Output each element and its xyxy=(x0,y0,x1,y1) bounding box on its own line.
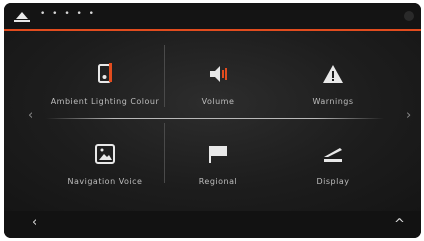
settings-grid: Ambient Lighting Colour Volume Warnings xyxy=(4,31,421,211)
prev-page-arrow[interactable]: ‹ xyxy=(28,108,33,123)
tile-regional[interactable]: Regional xyxy=(154,129,282,207)
back-button[interactable]: ‹ xyxy=(32,215,37,230)
tile-warnings[interactable]: Warnings xyxy=(269,49,397,127)
flag-icon xyxy=(209,146,227,163)
infotainment-screen: • • • • • Ambient Lighting Colour Volume xyxy=(4,3,421,238)
tile-label: Regional xyxy=(198,177,238,186)
up-arrow-icon[interactable] xyxy=(14,10,30,22)
tile-label: Navigation Voice xyxy=(67,177,143,186)
picture-frame-icon xyxy=(95,144,115,164)
phone-orange-icon xyxy=(98,63,112,83)
speaker-orange-icon xyxy=(210,66,227,82)
tile-ambient-lighting[interactable]: Ambient Lighting Colour xyxy=(41,49,169,127)
tile-label: Ambient Lighting Colour xyxy=(50,97,160,106)
tile-navigation-voice[interactable]: Navigation Voice xyxy=(41,129,169,207)
status-title: • • • • • xyxy=(40,9,96,19)
tile-display[interactable]: Display xyxy=(269,129,397,207)
tile-volume[interactable]: Volume xyxy=(154,49,282,127)
tile-label: Warnings xyxy=(312,97,354,106)
brightness-icon xyxy=(324,148,342,162)
tile-label: Volume xyxy=(201,97,235,106)
bottom-bar: ‹ ^ xyxy=(4,211,421,238)
collapse-button[interactable]: ^ xyxy=(394,217,405,232)
next-page-arrow[interactable]: › xyxy=(406,108,411,123)
status-indicator-icon xyxy=(404,11,414,21)
warning-triangle-icon xyxy=(323,65,343,83)
tile-label: Display xyxy=(316,177,350,186)
status-bar: • • • • • xyxy=(4,3,421,29)
